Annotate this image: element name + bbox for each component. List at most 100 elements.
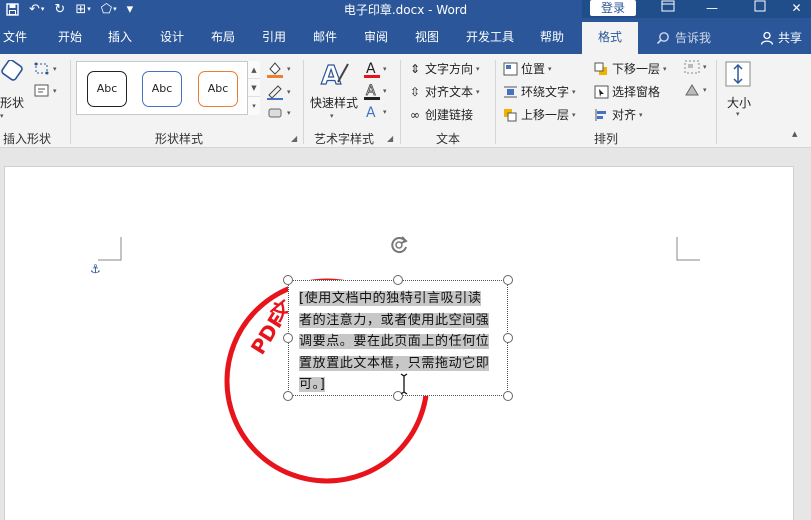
shapes-gallery-icon[interactable] <box>0 60 24 84</box>
text-box-line-2: 者的注意力，或者使用此空间强 <box>299 312 490 328</box>
tab-mailings[interactable]: 邮件 <box>313 27 337 47</box>
svg-text:A: A <box>366 61 376 77</box>
quick-styles-button[interactable]: 快速样式 <box>310 94 358 111</box>
undo-icon[interactable]: ↶ ▾ <box>27 1 46 17</box>
selection-pane-button[interactable]: 选择窗格 <box>594 83 660 100</box>
text-direction-button[interactable]: ⇕ 文字方向 ▾ <box>408 60 480 77</box>
redo-icon[interactable]: ↻ <box>52 1 67 17</box>
share-label: 共享 <box>778 31 803 45</box>
collapse-ribbon-icon[interactable]: ▲ <box>792 130 797 138</box>
group-label-wordart: 艺术字样式 <box>314 132 375 146</box>
gallery-more-icon[interactable]: ▾ <box>248 97 260 115</box>
tell-me-search[interactable]: 告诉我 <box>656 29 711 46</box>
share-button[interactable]: 共享 <box>760 29 802 46</box>
gallery-up-icon[interactable]: ▲ <box>248 61 260 79</box>
login-button[interactable]: 登录 <box>590 0 636 16</box>
shape-effects-icon[interactable]: ▾ <box>266 106 291 120</box>
insert-table-icon[interactable]: ⊞ ▾ <box>73 1 92 17</box>
shapes-button[interactable]: 形状 <box>0 94 24 111</box>
rotate-objects-icon[interactable]: ▾ <box>684 83 707 97</box>
align-text-button[interactable]: ⇳ 对齐文本 ▾ <box>408 83 480 100</box>
tab-insert[interactable]: 插入 <box>108 27 132 47</box>
shape-styles-launcher-icon[interactable]: ◢ <box>291 134 297 143</box>
text-outline-icon[interactable]: A ▾ <box>364 82 387 100</box>
group-objects-icon[interactable]: ▾ <box>684 60 707 74</box>
tab-references[interactable]: 引用 <box>262 27 286 47</box>
close-icon[interactable]: ✕ <box>782 0 811 18</box>
shape-icon[interactable]: ⬠ ▾ <box>99 1 119 17</box>
shape-fill-icon[interactable]: ▾ <box>266 60 291 78</box>
quick-styles-dropdown-icon[interactable]: ▾ <box>330 112 334 120</box>
group-label-insert-shapes: 插入形状 <box>3 132 52 146</box>
align-button[interactable]: 对齐 ▾ <box>594 106 643 123</box>
tab-file[interactable]: 文件 <box>3 27 27 47</box>
send-backward-icon <box>594 62 607 75</box>
save-icon[interactable] <box>4 1 21 17</box>
shape-styles-gallery[interactable]: Abc Abc Abc <box>76 61 260 115</box>
text-fill-icon[interactable]: A ▾ <box>364 60 387 78</box>
align-label: 对齐 <box>612 108 637 122</box>
tab-view[interactable]: 视图 <box>415 27 439 47</box>
pull-quote-text-box[interactable]: [使用文档中的独特引言吸引读 者的注意力，或者使用此空间强 调要点。要在此页面上… <box>288 280 508 396</box>
page-corner-mark-right <box>676 237 700 261</box>
size-dropdown-icon[interactable]: ▾ <box>736 110 740 118</box>
customize-qat-icon[interactable]: ▾ <box>125 1 136 17</box>
text-box-content[interactable]: [使用文档中的独特引言吸引读 者的注意力，或者使用此空间强 调要点。要在此页面上… <box>299 288 497 396</box>
tab-developer[interactable]: 开发工具 <box>466 27 514 47</box>
gallery-scroll-buttons[interactable]: ▲ ▼ ▾ <box>247 61 260 115</box>
shapes-button-label: 形状 <box>0 96 25 110</box>
shapes-dropdown-icon[interactable]: ▾ <box>0 112 4 120</box>
resize-handle-top-left[interactable] <box>283 275 293 285</box>
shape-outline-icon[interactable]: ▾ <box>266 84 291 100</box>
person-icon <box>760 31 774 45</box>
tab-design[interactable]: 设计 <box>160 27 184 47</box>
gallery-down-icon[interactable]: ▼ <box>248 79 260 97</box>
tab-review[interactable]: 审阅 <box>364 27 388 47</box>
resize-handle-top-right[interactable] <box>503 275 513 285</box>
anchor-icon[interactable]: ⚓ <box>90 262 104 276</box>
group-separator <box>716 60 717 144</box>
selection-pane-icon <box>594 85 609 98</box>
tab-home[interactable]: 开始 <box>58 27 82 47</box>
tab-layout[interactable]: 布局 <box>211 27 235 47</box>
wordart-launcher-icon[interactable]: ◢ <box>387 134 393 143</box>
tell-me-label: 告诉我 <box>675 31 712 45</box>
minimize-icon[interactable]: — <box>690 0 734 18</box>
resize-handle-left[interactable] <box>283 333 293 343</box>
svg-text:A: A <box>366 83 376 99</box>
edit-shape-icon[interactable]: ▾ <box>34 62 57 76</box>
shape-style-swatch-2[interactable]: Abc <box>142 71 182 107</box>
text-cursor-icon <box>400 373 408 395</box>
wrap-text-icon <box>504 86 517 97</box>
position-icon <box>503 62 518 75</box>
resize-handle-bottom-left[interactable] <box>283 391 293 401</box>
wordart-quick-styles-icon[interactable]: A <box>318 58 350 90</box>
maximize-icon[interactable] <box>738 0 782 18</box>
wrap-text-button[interactable]: 环绕文字 ▾ <box>503 83 576 100</box>
align-icon <box>595 108 606 121</box>
resize-handle-top[interactable] <box>393 275 403 285</box>
group-label-text: 文本 <box>436 132 461 146</box>
shape-style-swatch-3[interactable]: Abc <box>198 71 238 107</box>
position-button[interactable]: 位置 ▾ <box>503 60 552 77</box>
position-label: 位置 <box>521 62 546 76</box>
vertical-scrollbar[interactable] <box>794 148 811 520</box>
create-link-button[interactable]: ∞ 创建链接 <box>408 106 473 123</box>
send-backward-button[interactable]: 下移一层 ▾ <box>594 60 667 77</box>
create-link-label: 创建链接 <box>425 108 474 122</box>
text-effects-icon[interactable]: A ▾ <box>364 104 387 120</box>
tab-format[interactable]: 格式 <box>582 22 639 54</box>
size-icon[interactable] <box>724 60 752 88</box>
shape-style-swatch-1[interactable]: Abc <box>87 71 127 107</box>
text-box-line-1: [使用文档中的独特引言吸引读 <box>299 291 482 306</box>
text-box-line-4: 置放置此文本框，只需拖动它即 <box>299 355 490 371</box>
resize-handle-bottom-right[interactable] <box>503 391 513 401</box>
text-box-icon[interactable]: ▾ <box>34 84 57 98</box>
size-button[interactable]: 大小 <box>727 94 751 111</box>
rotate-handle-icon[interactable] <box>388 234 410 256</box>
bring-forward-button[interactable]: 上移一层 ▾ <box>503 106 576 123</box>
text-direction-icon: ⇕ <box>409 61 421 76</box>
ribbon-display-options-icon[interactable] <box>646 0 690 18</box>
resize-handle-right[interactable] <box>503 333 513 343</box>
tab-help[interactable]: 帮助 <box>540 27 564 47</box>
